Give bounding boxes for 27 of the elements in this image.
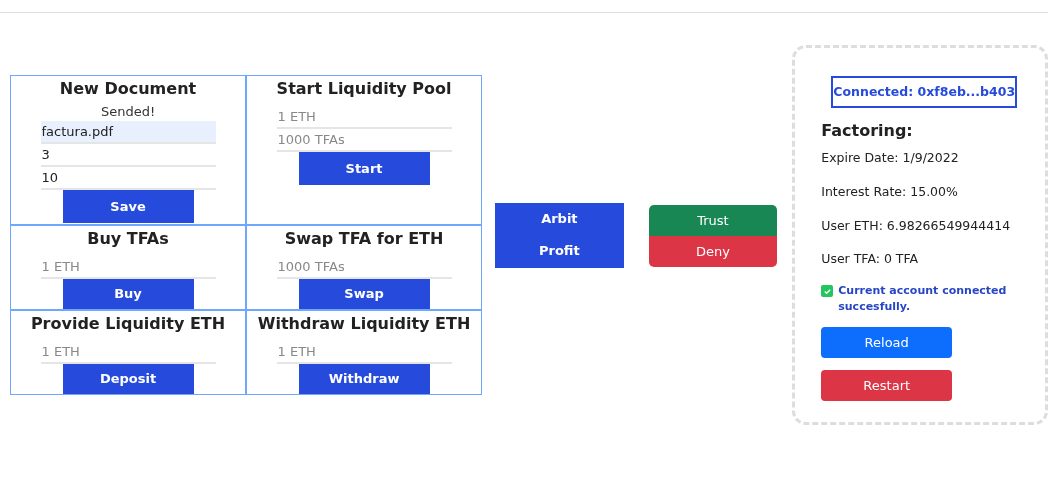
action-button[interactable]: Start [298, 152, 430, 185]
card-title: Withdraw Liquidity ETH [257, 313, 471, 335]
card-title: Start Liquidity Pool [276, 78, 452, 100]
card-title: New Document [59, 78, 197, 100]
decision-button[interactable]: Deny [648, 236, 778, 267]
notice-text: Current account connected succesfully. [838, 283, 1008, 315]
action-button[interactable]: Deposit [62, 363, 194, 394]
action-button[interactable]: Buy [62, 278, 194, 309]
input-field[interactable]: factura.pdf [40, 121, 216, 144]
info-line: Interest Rate: 15.00% [821, 182, 959, 201]
arbit-button[interactable]: Profit [495, 235, 624, 267]
panel-button[interactable]: Restart [821, 370, 953, 401]
action-button[interactable]: Swap [298, 278, 430, 309]
action-button[interactable]: Save [62, 190, 194, 223]
action-button[interactable]: Withdraw [298, 363, 430, 394]
card-title: Provide Liquidity ETH [30, 313, 226, 335]
decision-button[interactable]: Trust [648, 205, 778, 236]
status-text: Sended! [100, 103, 156, 121]
info-line: Expire Date: 1/9/2022 [821, 149, 960, 167]
arbit-button[interactable]: Arbit [495, 203, 624, 235]
info-line: User ETH: 6.98266549944414 [821, 216, 1012, 235]
connected-badge: Connected: 0xf8eb...b403 [831, 76, 1018, 108]
card-title: Swap TFA for ETH [284, 228, 444, 250]
panel-heading: Factoring: [821, 120, 914, 142]
panel-button[interactable]: Reload [821, 327, 953, 358]
card-title: Buy TFAs [87, 228, 169, 250]
info-line: User TFA: 0 TFA [821, 250, 920, 269]
